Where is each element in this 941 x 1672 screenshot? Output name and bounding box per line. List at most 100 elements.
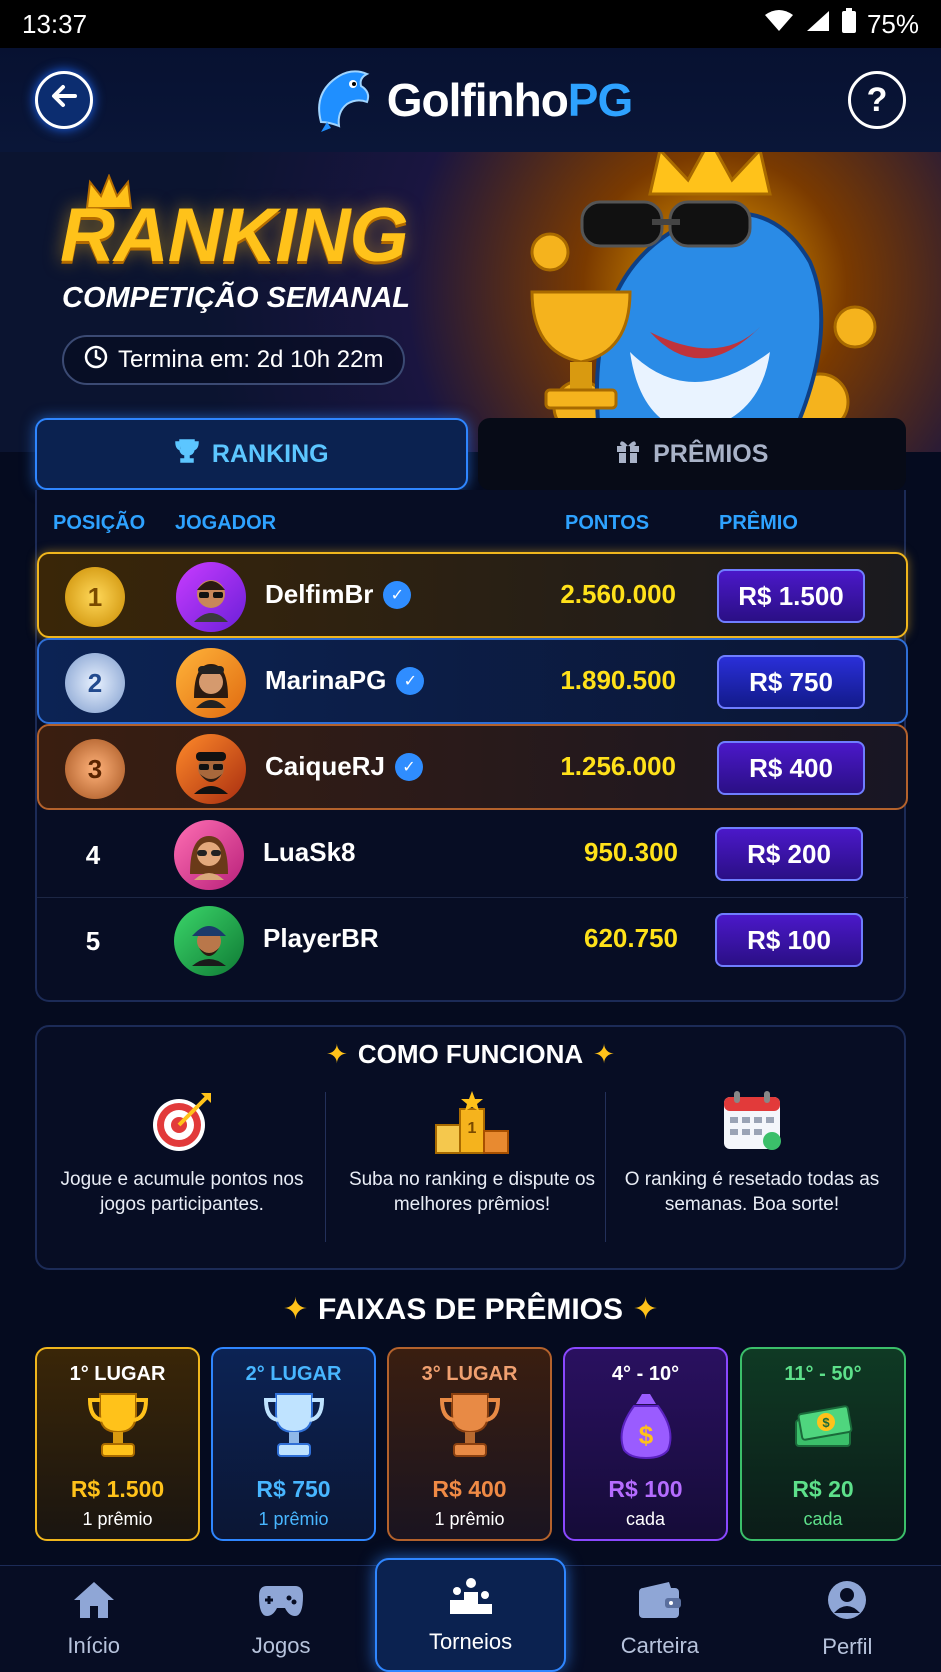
avatar [176, 562, 246, 632]
header-prize: PRÊMIO [719, 512, 798, 534]
table-row[interactable]: 2 MarinaPG ✓ 1.890.500 R$ 750 [37, 638, 908, 724]
player-points: 1.256.000 [560, 751, 676, 781]
tier-card-fourth-tenth: 4° - 10° $ R$ 100 cada [563, 1347, 728, 1541]
sparkle-icon: ✦ [593, 1039, 615, 1069]
tab-ranking[interactable]: RANKING [35, 418, 468, 490]
nav-tournaments[interactable]: Torneios [374, 1558, 567, 1672]
clock-icon [84, 345, 108, 376]
app-header: GolfinhoPG ? [0, 48, 941, 152]
tier-value: R$ 750 [256, 1476, 331, 1502]
svg-text:$: $ [822, 1415, 830, 1430]
wifi-icon [763, 9, 795, 40]
silver-medal-icon: 2 [65, 653, 125, 713]
status-bar: 13:37 75% [0, 0, 941, 48]
how-step-climb: 1 Suba no ranking e dispute os melhores … [337, 1089, 607, 1249]
target-icon [47, 1089, 317, 1161]
player-points: 950.300 [584, 837, 678, 867]
how-step-reset: O ranking é resetado todas as semanas. B… [617, 1089, 887, 1249]
prize-badge: R$ 200 [715, 827, 863, 881]
nav-home[interactable]: Início [0, 1566, 187, 1672]
battery-percent: 75% [866, 8, 919, 39]
gold-trophy-icon [37, 1390, 198, 1470]
tier-label: 4° - 10° [611, 1363, 680, 1385]
table-header: POSIÇÃO JOGADOR PONTOS PRÊMIO [37, 490, 904, 546]
player-name-text: CaiqueRJ [265, 751, 385, 781]
nav-games[interactable]: Jogos [187, 1566, 374, 1672]
tier-card-second: 2° LUGAR R$ 750 1 prêmio [211, 1347, 376, 1541]
how-step-play-text: Jogue e acumule pontos nos jogos partici… [60, 1169, 304, 1215]
player-points: 2.560.000 [560, 579, 676, 609]
table-row[interactable]: 1 DelfimBr ✓ 2.560.000 R$ 1.500 [37, 552, 908, 638]
silver-trophy-icon [213, 1390, 374, 1470]
tier-value: R$ 100 [608, 1476, 683, 1502]
table-row[interactable]: 5 PlayerBR 620.750 R$ 100 [37, 898, 908, 984]
table-row[interactable]: 4 LuaSk8 950.300 R$ 200 [37, 812, 908, 898]
gift-icon [615, 438, 641, 471]
how-it-works-title: ✦ COMO FUNCIONA ✦ [37, 1039, 904, 1070]
player-name: MarinaPG ✓ [265, 665, 425, 696]
verified-icon: ✓ [383, 580, 412, 609]
nav-wallet[interactable]: Carteira [566, 1566, 753, 1672]
nav-profile[interactable]: Perfil [754, 1566, 941, 1672]
tab-ranking-label: RANKING [211, 439, 329, 468]
profile-icon [826, 1579, 868, 1630]
prize-tiers-title: ✦ FAIXAS DE PRÊMIOS ✦ [0, 1292, 941, 1327]
avatar [176, 648, 246, 718]
tier-label: 2° LUGAR [245, 1363, 342, 1385]
tier-label: 1° LUGAR [69, 1363, 166, 1385]
player-name: DelfimBr ✓ [265, 579, 412, 610]
nav-wallet-label: Carteira [620, 1632, 700, 1658]
avatar [176, 734, 246, 804]
logo-text: GolfinhoPG [386, 73, 634, 127]
table-row[interactable]: 3 CaiqueRJ ✓ 1.256.000 R$ 400 [37, 724, 908, 810]
tier-label: 11° - 50° [784, 1363, 862, 1385]
status-icons: 75% [763, 7, 919, 41]
gamepad-icon [257, 1580, 305, 1629]
hero-banner: RANKING COMPETIÇÃO SEMANAL Termina em: 2… [0, 152, 941, 452]
logo-text-golfinho: Golfinho [386, 74, 569, 126]
prize-badge: R$ 750 [717, 655, 865, 709]
nav-home-label: Início [67, 1632, 120, 1658]
signal-icon [805, 9, 831, 40]
tier-card-first: 1° LUGAR R$ 1.500 1 prêmio [35, 1347, 200, 1541]
cash-stack-icon: $ [742, 1390, 904, 1470]
back-button[interactable] [35, 71, 93, 129]
rank-number: 5 [85, 925, 101, 956]
prize-badge: R$ 100 [715, 913, 863, 967]
rank-number: 4 [85, 839, 101, 870]
dolphin-mascot-image [520, 152, 941, 452]
verified-icon: ✓ [396, 666, 425, 695]
player-name: PlayerBR [263, 923, 379, 954]
player-name-text: PlayerBR [263, 923, 379, 953]
wallet-icon [637, 1580, 683, 1629]
tab-prizes[interactable]: PRÊMIOS [477, 418, 906, 490]
bronze-trophy-icon [389, 1390, 550, 1470]
trophy-icon [174, 438, 200, 471]
how-step-reset-text: O ranking é resetado todas as semanas. B… [624, 1169, 880, 1215]
how-step-climb-text: Suba no ranking e dispute os melhores pr… [348, 1169, 596, 1215]
tier-card-eleventh-fiftieth: 11° - 50° $ R$ 20 cada [740, 1347, 906, 1541]
avatar [174, 820, 244, 890]
tier-count: 1 prêmio [258, 1509, 329, 1529]
app-logo: GolfinhoPG [309, 62, 633, 139]
money-bag-icon: $ [565, 1390, 726, 1470]
divider [325, 1092, 326, 1242]
tier-value: R$ 400 [432, 1476, 507, 1502]
status-time: 13:37 [22, 8, 88, 39]
prize-badge: R$ 1.500 [717, 569, 865, 623]
player-name-text: MarinaPG [265, 665, 387, 695]
tier-count: cada [625, 1509, 666, 1529]
player-name: CaiqueRJ ✓ [265, 751, 423, 782]
arrow-left-icon [49, 81, 79, 120]
help-button[interactable]: ? [848, 71, 906, 129]
divider [605, 1092, 606, 1242]
calendar-icon [617, 1089, 887, 1161]
logo-text-pg: PG [567, 74, 633, 126]
header-position: POSIÇÃO [53, 512, 146, 534]
ranking-table: POSIÇÃO JOGADOR PONTOS PRÊMIO 1 DelfimBr… [35, 490, 908, 1002]
dolphin-logo-icon [309, 62, 379, 139]
ranking-tabs: RANKING PRÊMIOS [35, 418, 906, 490]
tier-value: R$ 20 [792, 1476, 854, 1502]
hero-title: RANKING [60, 193, 409, 278]
bronze-medal-icon: 3 [65, 739, 125, 799]
